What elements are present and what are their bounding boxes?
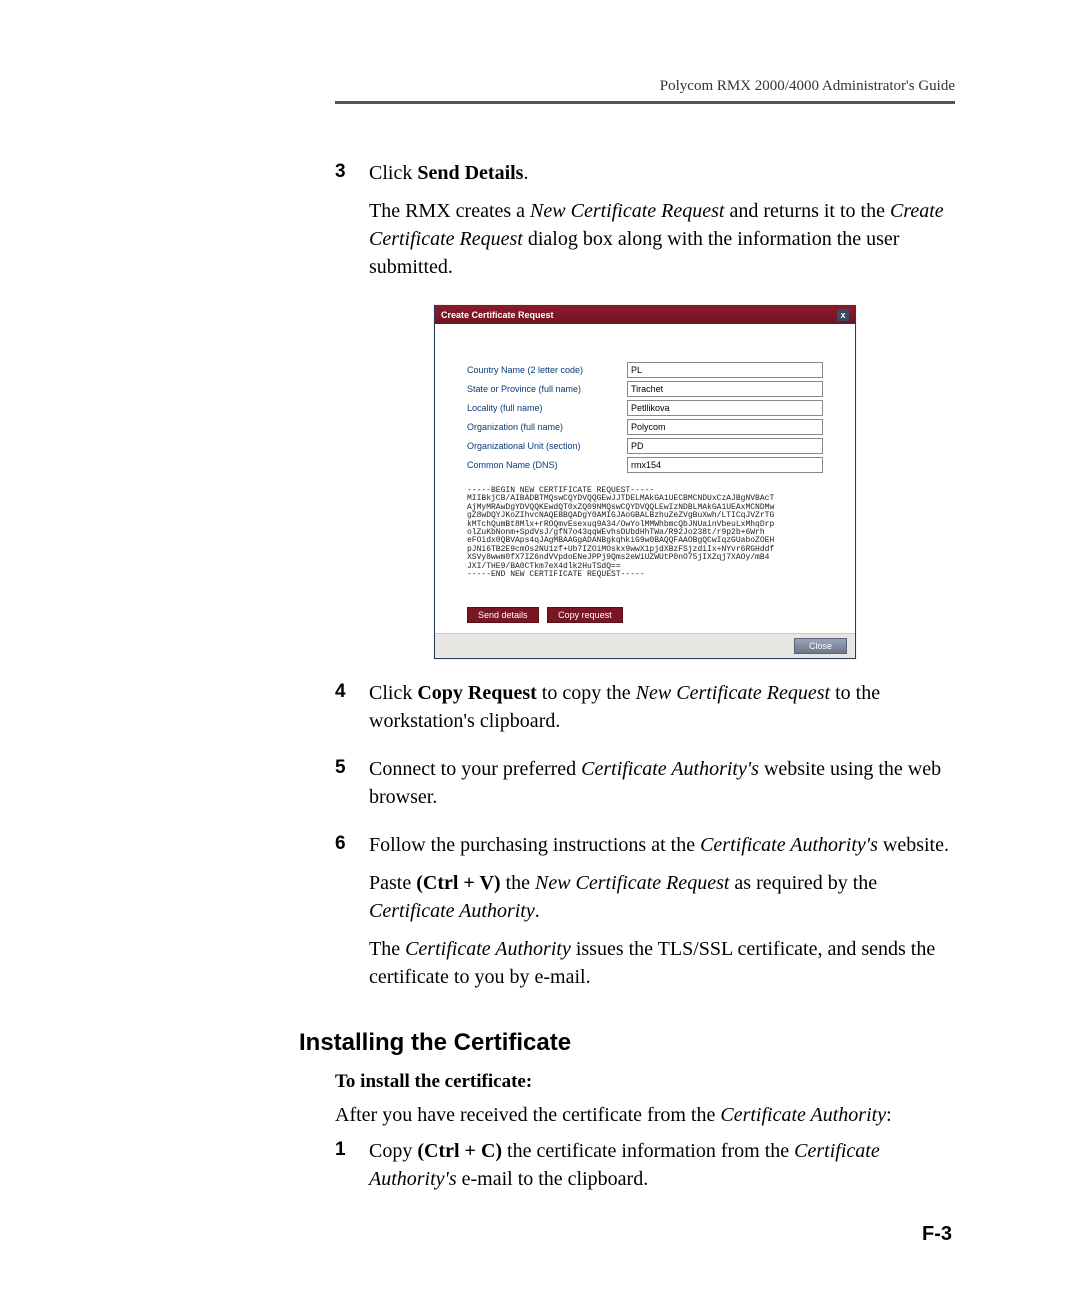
field-ou: Organizational Unit (section): [467, 438, 823, 454]
copy-request-button[interactable]: Copy request: [547, 607, 623, 623]
field-state: State or Province (full name): [467, 381, 823, 397]
section-subheading: To install the certificate:: [335, 1071, 955, 1093]
dialog-action-row: Send details Copy request: [435, 589, 855, 633]
step-1-install: 1 Copy (Ctrl + C) the certificate inform…: [335, 1137, 955, 1203]
dialog-screenshot: Create Certificate Request x Country Nam…: [335, 305, 955, 659]
step-number: 3: [335, 159, 369, 186]
section-intro: After you have received the certificate …: [335, 1101, 955, 1129]
input-locality[interactable]: [627, 400, 823, 416]
send-details-button[interactable]: Send details: [467, 607, 539, 623]
step-list-a: 3 Click Send Details. The RMX creates a …: [335, 159, 955, 291]
step-3-line-2: The RMX creates a New Certificate Reques…: [369, 197, 955, 281]
label-locality: Locality (full name): [467, 403, 627, 413]
header-guide-title: Polycom RMX 2000/4000 Administrator's Gu…: [335, 78, 955, 95]
label-country: Country Name (2 letter code): [467, 365, 627, 375]
step-3-line-1: Click Send Details.: [369, 159, 955, 187]
step-list-b: 4 Click Copy Request to copy the New Cer…: [335, 679, 955, 1001]
certificate-request-text: -----BEGIN NEW CERTIFICATE REQUEST----- …: [467, 487, 823, 579]
step-6: 6 Follow the purchasing instructions at …: [335, 831, 955, 1001]
close-button[interactable]: Close: [794, 638, 847, 654]
label-org: Organization (full name): [467, 422, 627, 432]
document-page: Polycom RMX 2000/4000 Administrator's Gu…: [0, 0, 1080, 1203]
page-number: F-3: [922, 1223, 952, 1246]
close-icon[interactable]: x: [837, 309, 849, 321]
create-cert-dialog: Create Certificate Request x Country Nam…: [434, 305, 856, 659]
dialog-titlebar: Create Certificate Request x: [435, 306, 855, 324]
input-org[interactable]: [627, 419, 823, 435]
step-3: 3 Click Send Details. The RMX creates a …: [335, 159, 955, 291]
step-5: 5 Connect to your preferred Certificate …: [335, 755, 955, 821]
dialog-title-text: Create Certificate Request: [441, 310, 554, 320]
field-org: Organization (full name): [467, 419, 823, 435]
step-number: 4: [335, 679, 369, 706]
label-cn: Common Name (DNS): [467, 460, 627, 470]
label-state: State or Province (full name): [467, 384, 627, 394]
dialog-footer: Close: [435, 633, 855, 658]
field-cn: Common Name (DNS): [467, 457, 823, 473]
step-list-c: 1 Copy (Ctrl + C) the certificate inform…: [335, 1137, 955, 1203]
section-heading: Installing the Certificate: [299, 1029, 955, 1057]
header-rule: [335, 101, 955, 104]
input-country[interactable]: [627, 362, 823, 378]
input-ou[interactable]: [627, 438, 823, 454]
input-state[interactable]: [627, 381, 823, 397]
step-number: 1: [335, 1137, 369, 1164]
step-number: 5: [335, 755, 369, 782]
step-4: 4 Click Copy Request to copy the New Cer…: [335, 679, 955, 745]
label-ou: Organizational Unit (section): [467, 441, 627, 451]
field-country: Country Name (2 letter code): [467, 362, 823, 378]
field-locality: Locality (full name): [467, 400, 823, 416]
input-cn[interactable]: [627, 457, 823, 473]
step-number: 6: [335, 831, 369, 858]
